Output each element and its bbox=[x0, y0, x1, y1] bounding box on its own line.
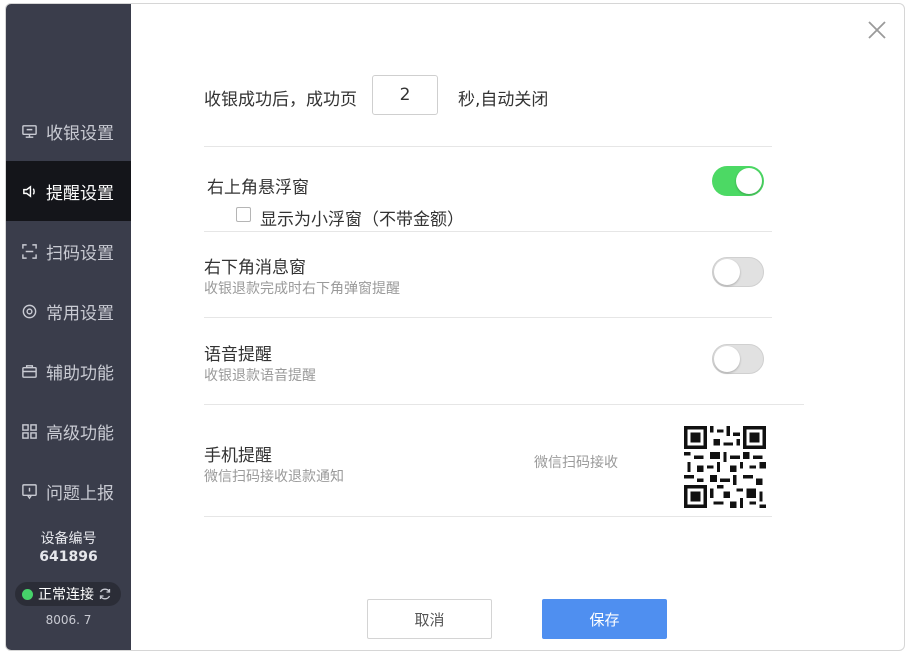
sidebar-item-reminder-settings[interactable]: 提醒设置 bbox=[6, 161, 131, 221]
success-page-suffix: 秒,自动关闭 bbox=[458, 90, 549, 110]
sidebar-item-label: 高级功能 bbox=[46, 423, 114, 444]
close-icon[interactable] bbox=[866, 19, 888, 41]
gear-icon bbox=[20, 302, 38, 320]
connection-status-badge[interactable]: 正常连接 bbox=[15, 582, 121, 606]
save-button[interactable]: 保存 bbox=[542, 599, 667, 639]
cashier-icon bbox=[20, 122, 38, 140]
sidebar-item-label: 扫码设置 bbox=[46, 243, 114, 264]
sidebar-item-label: 常用设置 bbox=[46, 303, 114, 324]
feedback-icon bbox=[20, 482, 38, 500]
scan-icon bbox=[20, 242, 38, 260]
status-dot-icon bbox=[22, 588, 33, 600]
bottom-right-msg-title: 右下角消息窗 bbox=[204, 258, 306, 278]
speaker-icon bbox=[20, 182, 38, 200]
grid-icon bbox=[20, 422, 38, 440]
connection-status-text: 正常连接 bbox=[38, 587, 94, 603]
device-number-value: 641896 bbox=[39, 549, 98, 565]
cancel-button[interactable]: 取消 bbox=[367, 599, 492, 639]
sidebar-item-advanced[interactable]: 高级功能 bbox=[6, 401, 131, 461]
sidebar-item-common-settings[interactable]: 常用设置 bbox=[6, 281, 131, 341]
sidebar-item-label: 提醒设置 bbox=[46, 183, 114, 204]
mobile-reminder-title: 手机提醒 bbox=[204, 446, 272, 466]
voice-reminder-title: 语音提醒 bbox=[204, 345, 272, 365]
sidebar-item-report-issue[interactable]: 问题上报 bbox=[6, 461, 131, 521]
settings-dialog: 收银设置 提醒设置 扫码设置 常用设置 辅助功能 高级功能 问题上报 设备编号 … bbox=[5, 3, 905, 651]
bottom-right-msg-toggle[interactable] bbox=[712, 257, 764, 287]
mobile-reminder-subtitle: 微信扫码接收退款通知 bbox=[204, 469, 344, 485]
sidebar-item-cashier-settings[interactable]: 收银设置 bbox=[6, 101, 131, 161]
sidebar-item-label: 问题上报 bbox=[46, 483, 114, 504]
version-label: 8006. 7 bbox=[45, 613, 92, 627]
wechat-qr-code bbox=[684, 426, 766, 508]
divider bbox=[204, 231, 772, 232]
divider bbox=[204, 317, 772, 318]
success-page-seconds-input[interactable] bbox=[372, 75, 438, 115]
bottom-right-msg-subtitle: 收银退款完成时右下角弹窗提醒 bbox=[204, 281, 400, 297]
divider bbox=[204, 146, 772, 147]
toolbox-icon bbox=[20, 362, 38, 380]
small-float-label: 显示为小浮窗（不带金额） bbox=[260, 210, 464, 230]
small-float-checkbox[interactable] bbox=[236, 207, 251, 222]
wechat-scan-hint: 微信扫码接收 bbox=[534, 455, 618, 471]
divider bbox=[204, 404, 804, 405]
success-page-prefix: 收银成功后，成功页 bbox=[204, 90, 357, 110]
refresh-icon[interactable] bbox=[98, 587, 112, 601]
top-right-float-title: 右上角悬浮窗 bbox=[207, 178, 309, 198]
sidebar-item-scan-settings[interactable]: 扫码设置 bbox=[6, 221, 131, 281]
sidebar: 收银设置 提醒设置 扫码设置 常用设置 辅助功能 高级功能 问题上报 设备编号 … bbox=[6, 4, 131, 650]
divider bbox=[204, 516, 772, 517]
voice-reminder-toggle[interactable] bbox=[712, 344, 764, 374]
sidebar-item-label: 辅助功能 bbox=[46, 363, 114, 384]
sidebar-item-label: 收银设置 bbox=[46, 123, 114, 144]
device-number-label: 设备编号 bbox=[40, 531, 97, 547]
top-right-float-toggle[interactable] bbox=[712, 166, 764, 196]
voice-reminder-subtitle: 收银退款语音提醒 bbox=[204, 368, 316, 384]
sidebar-item-auxiliary[interactable]: 辅助功能 bbox=[6, 341, 131, 401]
